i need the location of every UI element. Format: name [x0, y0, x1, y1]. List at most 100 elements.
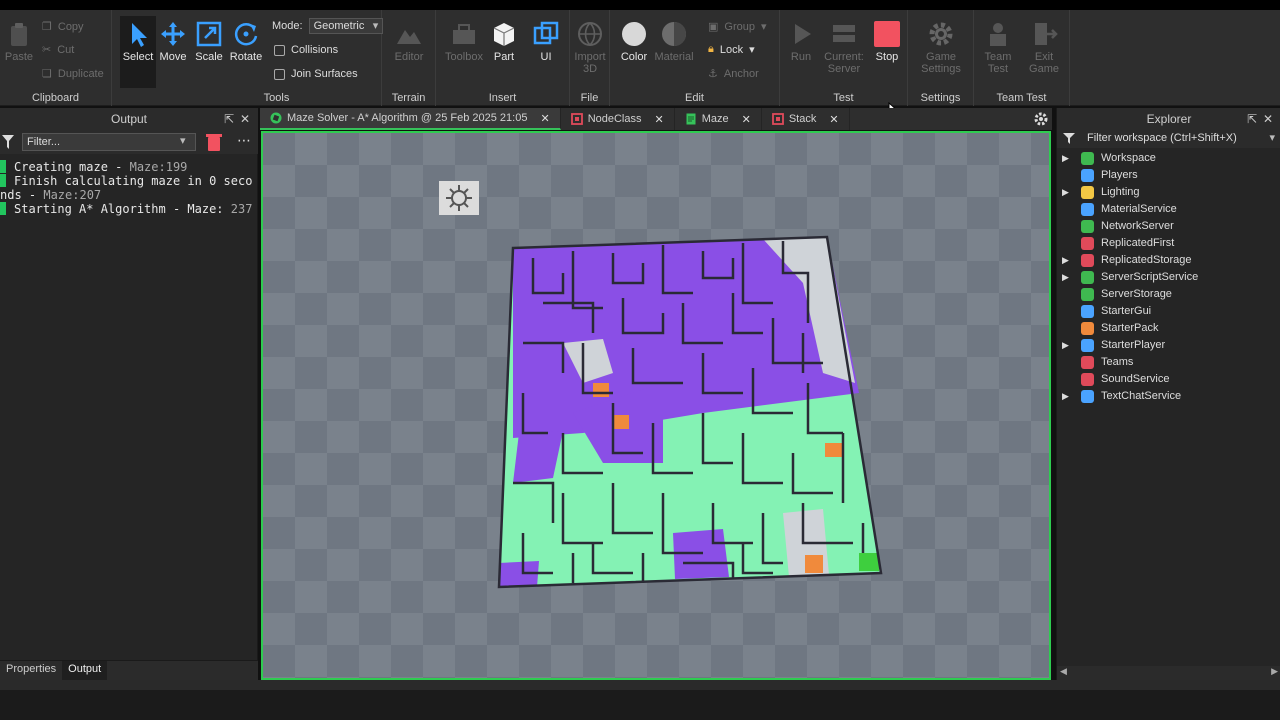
explorer-item-starterplayer[interactable]: ▶ StarterPlayer — [1057, 337, 1280, 354]
mode-dropdown[interactable]: Geometric — [308, 18, 384, 34]
cut-button[interactable]: ✂ Cut — [42, 43, 74, 57]
scale-button[interactable]: Scale — [190, 16, 228, 63]
move-icon — [161, 22, 185, 46]
trash-icon[interactable] — [206, 133, 222, 151]
log-line[interactable]: Starting A* Algorithm - Maze: 237 — [0, 202, 258, 216]
stop-button[interactable]: Stop — [863, 16, 911, 63]
spawn-location-icon[interactable] — [439, 181, 479, 215]
chevron-down-icon[interactable]: ▾ — [180, 134, 186, 147]
anchor-button[interactable]: ⚓︎ Anchor — [708, 67, 759, 81]
close-icon[interactable]: ✕ — [240, 108, 250, 130]
startergui-icon — [1081, 305, 1094, 318]
close-icon[interactable]: ✕ — [1263, 108, 1273, 130]
select-button[interactable]: Select — [120, 16, 156, 88]
explorer-item-textchatservice[interactable]: ▶ TextChatService — [1057, 388, 1280, 405]
collisions-toggle[interactable]: Collisions — [274, 44, 338, 56]
explorer-item-materialservice[interactable]: MaterialService — [1057, 201, 1280, 218]
explorer-item-networkserver[interactable]: NetworkServer — [1057, 218, 1280, 235]
explorer-item-label: ServerStorage — [1101, 288, 1172, 300]
paste-icon — [11, 23, 27, 46]
expand-arrow-icon[interactable]: ▶ — [1062, 252, 1069, 269]
expand-arrow-icon[interactable]: ▶ — [1062, 184, 1069, 201]
explorer-item-serverstorage[interactable]: ServerStorage — [1057, 286, 1280, 303]
tools-label: Tools — [263, 92, 290, 104]
tab-properties[interactable]: Properties — [0, 661, 62, 680]
undock-icon[interactable]: ⇱ — [1247, 108, 1257, 130]
ui-button[interactable]: UI — [522, 16, 570, 63]
players-icon — [1081, 169, 1094, 182]
filter-icon[interactable] — [2, 135, 14, 149]
explorer-item-replicatedfirst[interactable]: ReplicatedFirst — [1057, 235, 1280, 252]
explorer-item-serverscriptservice[interactable]: ▶ ServerScriptService — [1057, 269, 1280, 286]
log-line[interactable]: Finish calculating maze in 0 seconds - M… — [0, 174, 258, 202]
rotate-icon — [234, 23, 258, 46]
tab-maze-solver[interactable]: Maze Solver - A* Algorithm @ 25 Feb 2025… — [260, 108, 561, 130]
terrain-editor-button[interactable]: Editor — [385, 16, 433, 63]
explorer-item-replicatedstorage[interactable]: ▶ ReplicatedStorage — [1057, 252, 1280, 269]
explorer-item-label: Teams — [1101, 356, 1134, 368]
chevron-down-icon[interactable]: ▾ — [1269, 128, 1275, 148]
duplicate-button[interactable]: ❏ Duplicate — [42, 67, 104, 81]
edit-label: Edit — [685, 92, 704, 104]
scroll-left-icon[interactable]: ◀ — [1060, 666, 1067, 677]
join-surfaces-toggle[interactable]: Join Surfaces — [274, 68, 358, 80]
tab-output[interactable]: Output — [62, 661, 108, 680]
expand-arrow-icon[interactable]: ▶ — [1062, 150, 1069, 167]
group-button[interactable]: ▣ Group ▾ — [708, 20, 767, 34]
tab-nodeclass[interactable]: NodeClass ✕ — [561, 108, 675, 130]
expand-arrow-icon[interactable]: ▶ — [1062, 388, 1069, 405]
color-swatch-icon — [622, 22, 646, 46]
expand-arrow-icon[interactable]: ▶ — [1062, 269, 1069, 286]
expand-arrow-icon[interactable]: ▶ — [1062, 337, 1069, 354]
explorer-item-label: StarterPack — [1101, 322, 1159, 334]
explorer-filter-input[interactable]: Filter workspace (Ctrl+Shift+X) ▾ — [1057, 128, 1280, 148]
viewport-scene — [439, 181, 883, 589]
scroll-right-icon[interactable]: ▶ — [1271, 666, 1278, 677]
close-tab-icon[interactable]: ✕ — [655, 113, 664, 126]
3d-viewport[interactable] — [261, 131, 1051, 680]
join-surfaces-checkbox[interactable] — [274, 68, 285, 80]
collisions-checkbox[interactable] — [274, 44, 285, 56]
replicatedfirst-icon — [1081, 237, 1094, 250]
explorer-item-starterpack[interactable]: StarterPack — [1057, 320, 1280, 337]
explorer-item-startergui[interactable]: StarterGui — [1057, 303, 1280, 320]
rotate-button[interactable]: Rotate — [226, 16, 266, 63]
anchor-icon: ⚓︎ — [708, 68, 718, 80]
lock-button[interactable]: 🔒︎ Lock ▾ — [708, 43, 755, 56]
paste-button[interactable]: Paste — [0, 16, 38, 63]
explorer-item-workspace[interactable]: ▶ Workspace — [1057, 150, 1280, 167]
import-3d-button[interactable]: Import 3D — [566, 16, 614, 75]
undock-icon[interactable]: ⇱ — [224, 108, 234, 130]
mode-selector[interactable]: Mode: Geometric — [272, 18, 384, 34]
tab-stack[interactable]: Stack ✕ — [762, 108, 850, 130]
explorer-item-label: StarterGui — [1101, 305, 1152, 317]
close-tab-icon[interactable]: ✕ — [829, 113, 838, 126]
close-tab-icon[interactable]: ✕ — [540, 112, 549, 125]
explorer-item-players[interactable]: Players — [1057, 167, 1280, 184]
game-settings-button[interactable]: Game Settings — [916, 16, 966, 75]
exit-game-button[interactable]: Exit Game — [1020, 16, 1068, 75]
material-button[interactable]: Material — [650, 16, 698, 63]
more-options-icon[interactable]: ⋯ — [237, 132, 251, 149]
play-icon — [795, 24, 811, 44]
file-group: Import 3D File — [570, 10, 610, 106]
explorer-item-teams[interactable]: Teams — [1057, 354, 1280, 371]
explorer-scrollbar[interactable]: ◀ ▶ — [1057, 666, 1280, 680]
gear-icon[interactable] — [1034, 112, 1048, 126]
team-test-button[interactable]: Team Test — [974, 16, 1022, 75]
output-filter-input[interactable]: Filter... — [22, 133, 196, 151]
explorer-item-lighting[interactable]: ▶ Lighting — [1057, 184, 1280, 201]
tab-maze[interactable]: Maze ✕ — [675, 108, 762, 130]
current-server-button[interactable]: Current: Server — [820, 16, 868, 75]
log-line[interactable]: Creating maze - Maze:199 — [0, 160, 258, 174]
run-button[interactable]: Run — [777, 16, 825, 63]
close-tab-icon[interactable]: ✕ — [742, 113, 751, 126]
copy-button[interactable]: ❐ Copy — [42, 20, 84, 34]
module-script-icon — [771, 113, 784, 125]
maze-board[interactable] — [499, 237, 881, 587]
explorer-item-soundservice[interactable]: SoundService — [1057, 371, 1280, 388]
lighting-icon — [1081, 186, 1094, 199]
part-button[interactable]: Part — [480, 16, 528, 63]
move-button[interactable]: Move — [154, 16, 192, 63]
output-header: Output ⇱ ✕ — [0, 108, 258, 130]
